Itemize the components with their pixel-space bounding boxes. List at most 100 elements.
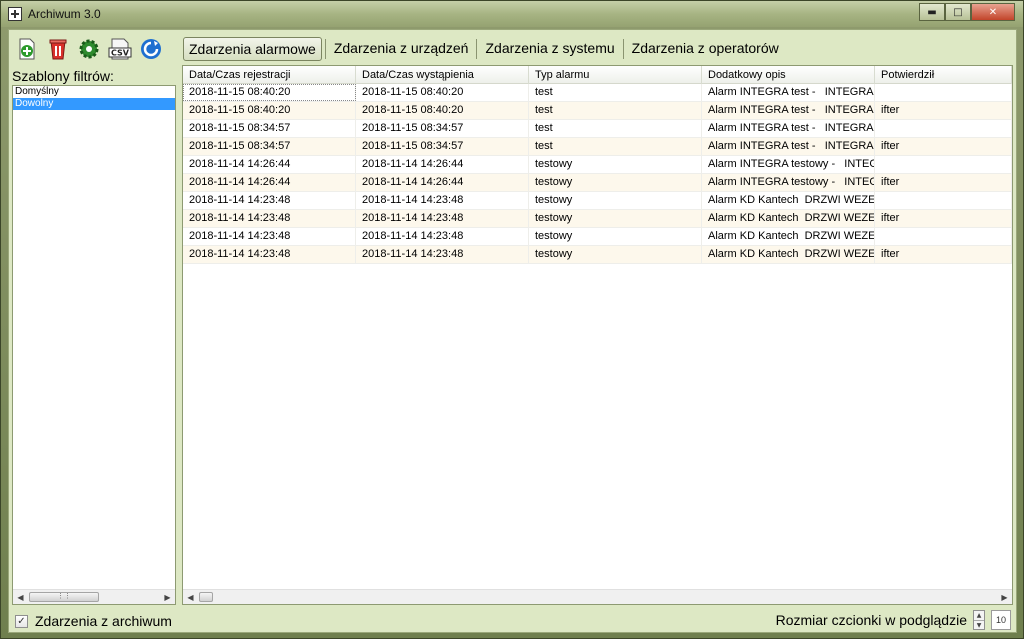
close-button[interactable]: ✕: [971, 3, 1015, 21]
table-row[interactable]: 2018-11-14 14:26:44 2018-11-14 14:26:44 te…: [183, 174, 1012, 192]
archive-checkbox[interactable]: ✓: [15, 614, 28, 628]
archive-checkbox-row[interactable]: ✓ Zdarzenia z archiwum: [15, 613, 172, 629]
scrollbar-thumb[interactable]: [199, 592, 213, 602]
font-size-spinner[interactable]: ▲ ▼: [973, 610, 985, 630]
table-row[interactable]: 2018-11-14 14:26:44 2018-11-14 14:26:44 te…: [183, 156, 1012, 174]
cell-alarm-type: testowy: [529, 210, 702, 227]
filters-list[interactable]: Domyślny Dowolny ◀ ⋮⋮ ▶: [12, 85, 176, 605]
cell-alarm-type: testowy: [529, 174, 702, 191]
cell-occurrence-time: 2018-11-14 14:23:48: [356, 192, 529, 209]
cell-confirmed-by: [875, 228, 1012, 245]
decrease-icon[interactable]: ▼: [974, 621, 984, 630]
cell-registration-time: 2018-11-14 14:23:48: [183, 228, 356, 245]
cell-description: Alarm KD Kantech DRZWI WEZEL: [702, 246, 875, 263]
cell-occurrence-time: 2018-11-14 14:26:44: [356, 156, 529, 173]
delete-icon: [49, 39, 67, 60]
cell-description: Alarm INTEGRA test - INTEGRA: [702, 120, 875, 137]
cell-description: Alarm KD Kantech DRZWI WEZEL: [702, 228, 875, 245]
tab-alarm-events[interactable]: Zdarzenia alarmowe: [183, 37, 322, 61]
cell-occurrence-time: 2018-11-14 14:23:48: [356, 228, 529, 245]
cell-registration-time: 2018-11-15 08:40:20: [183, 102, 356, 119]
refresh-icon: [141, 39, 161, 59]
filter-item-any[interactable]: Dowolny: [13, 98, 175, 110]
font-size-value[interactable]: 10: [991, 610, 1011, 630]
column-header-registration-time[interactable]: Data/Czas rejestracji: [183, 66, 356, 84]
tab-operator-events[interactable]: Zdarzenia z operatorów: [627, 37, 784, 61]
tab-separator: [476, 39, 478, 59]
scroll-left-icon[interactable]: ◀: [13, 590, 28, 604]
cell-registration-time: 2018-11-15 08:34:57: [183, 120, 356, 137]
table-row[interactable]: 2018-11-15 08:40:20 2018-11-15 08:40:20 te…: [183, 84, 1012, 102]
add-filter-button[interactable]: [15, 37, 39, 61]
table-row[interactable]: 2018-11-15 08:34:57 2018-11-15 08:34:57 te…: [183, 120, 1012, 138]
cell-description: Alarm INTEGRA testowy - INTEG: [702, 174, 875, 191]
cell-confirmed-by: ifter: [875, 246, 1012, 263]
cell-confirmed-by: ifter: [875, 174, 1012, 191]
cell-occurrence-time: 2018-11-15 08:40:20: [356, 102, 529, 119]
column-header-description[interactable]: Dodatkowy opis: [702, 66, 875, 84]
refresh-button[interactable]: [139, 37, 163, 61]
cell-alarm-type: testowy: [529, 192, 702, 209]
font-size-label: Rozmiar czcionki w podglądzie: [775, 612, 967, 628]
event-tabs: Zdarzenia alarmowe Zdarzenia z urządzeń …: [183, 37, 784, 61]
cell-description: Alarm INTEGRA testowy - INTEG: [702, 156, 875, 173]
column-header-confirmed-by[interactable]: Potwierdził: [875, 66, 1012, 84]
cell-occurrence-time: 2018-11-14 14:23:48: [356, 246, 529, 263]
grid-horizontal-scrollbar[interactable]: ◀ ▶: [183, 589, 1012, 604]
scroll-right-icon[interactable]: ▶: [997, 590, 1012, 604]
cell-alarm-type: test: [529, 138, 702, 155]
filters-horizontal-scrollbar[interactable]: ◀ ⋮⋮ ▶: [13, 589, 175, 604]
title-bar[interactable]: Archiwum 3.0 ▬ □ ✕: [1, 1, 1023, 27]
settings-gear-icon: [79, 39, 99, 59]
delete-filter-button[interactable]: [46, 37, 70, 61]
cell-confirmed-by: [875, 120, 1012, 137]
table-row[interactable]: 2018-11-14 14:23:48 2018-11-14 14:23:48 te…: [183, 192, 1012, 210]
cell-occurrence-time: 2018-11-15 08:34:57: [356, 120, 529, 137]
tab-device-events[interactable]: Zdarzenia z urządzeń: [329, 37, 474, 61]
cell-occurrence-time: 2018-11-15 08:40:20: [356, 84, 529, 101]
csv-export-icon: CSV: [108, 38, 132, 60]
table-row[interactable]: 2018-11-14 14:23:48 2018-11-14 14:23:48 te…: [183, 228, 1012, 246]
increase-icon[interactable]: ▲: [974, 611, 984, 621]
scroll-right-icon[interactable]: ▶: [160, 590, 175, 604]
cell-occurrence-time: 2018-11-14 14:26:44: [356, 174, 529, 191]
cell-confirmed-by: [875, 156, 1012, 173]
tab-system-events[interactable]: Zdarzenia z systemu: [480, 37, 619, 61]
cell-occurrence-time: 2018-11-15 08:34:57: [356, 138, 529, 155]
grid-rows: 2018-11-15 08:40:20 2018-11-15 08:40:20 te…: [183, 84, 1012, 264]
cell-alarm-type: test: [529, 120, 702, 137]
cell-registration-time: 2018-11-15 08:34:57: [183, 138, 356, 155]
tab-separator: [324, 39, 326, 59]
grid-header: Data/Czas rejestracji Data/Czas wystąpie…: [183, 66, 1012, 84]
cell-alarm-type: testowy: [529, 228, 702, 245]
scroll-left-icon[interactable]: ◀: [183, 590, 198, 604]
alarm-events-grid[interactable]: Data/Czas rejestracji Data/Czas wystąpie…: [182, 65, 1013, 605]
table-row[interactable]: 2018-11-15 08:40:20 2018-11-15 08:40:20 te…: [183, 102, 1012, 120]
cell-alarm-type: testowy: [529, 156, 702, 173]
csv-icon-text: CSV: [111, 49, 130, 58]
table-row[interactable]: 2018-11-15 08:34:57 2018-11-15 08:34:57 te…: [183, 138, 1012, 156]
table-row[interactable]: 2018-11-14 14:23:48 2018-11-14 14:23:48 te…: [183, 210, 1012, 228]
archive-label: Zdarzenia z archiwum: [35, 613, 172, 629]
cell-description: Alarm KD Kantech DRZWI WEZEL: [702, 210, 875, 227]
filter-item-default[interactable]: Domyślny: [13, 86, 175, 98]
filters-title: Szablony filtrów:: [12, 68, 114, 84]
cell-occurrence-time: 2018-11-14 14:23:48: [356, 210, 529, 227]
cell-confirmed-by: [875, 84, 1012, 101]
maximize-button[interactable]: □: [945, 3, 971, 21]
cell-registration-time: 2018-11-14 14:23:48: [183, 192, 356, 209]
column-header-occurrence-time[interactable]: Data/Czas wystąpienia: [356, 66, 529, 84]
minimize-button[interactable]: ▬: [919, 3, 945, 21]
cell-confirmed-by: [875, 192, 1012, 209]
cell-alarm-type: test: [529, 84, 702, 101]
cell-description: Alarm INTEGRA test - INTEGRA: [702, 84, 875, 101]
table-row[interactable]: 2018-11-14 14:23:48 2018-11-14 14:23:48 te…: [183, 246, 1012, 264]
csv-export-button[interactable]: CSV: [108, 37, 132, 61]
cell-description: Alarm INTEGRA test - INTEGRA: [702, 138, 875, 155]
cell-registration-time: 2018-11-14 14:23:48: [183, 210, 356, 227]
scrollbar-thumb[interactable]: ⋮⋮: [29, 592, 99, 602]
settings-button[interactable]: [77, 37, 101, 61]
cell-description: Alarm KD Kantech DRZWI WEZEL: [702, 192, 875, 209]
column-header-alarm-type[interactable]: Typ alarmu: [529, 66, 702, 84]
cell-registration-time: 2018-11-14 14:26:44: [183, 174, 356, 191]
